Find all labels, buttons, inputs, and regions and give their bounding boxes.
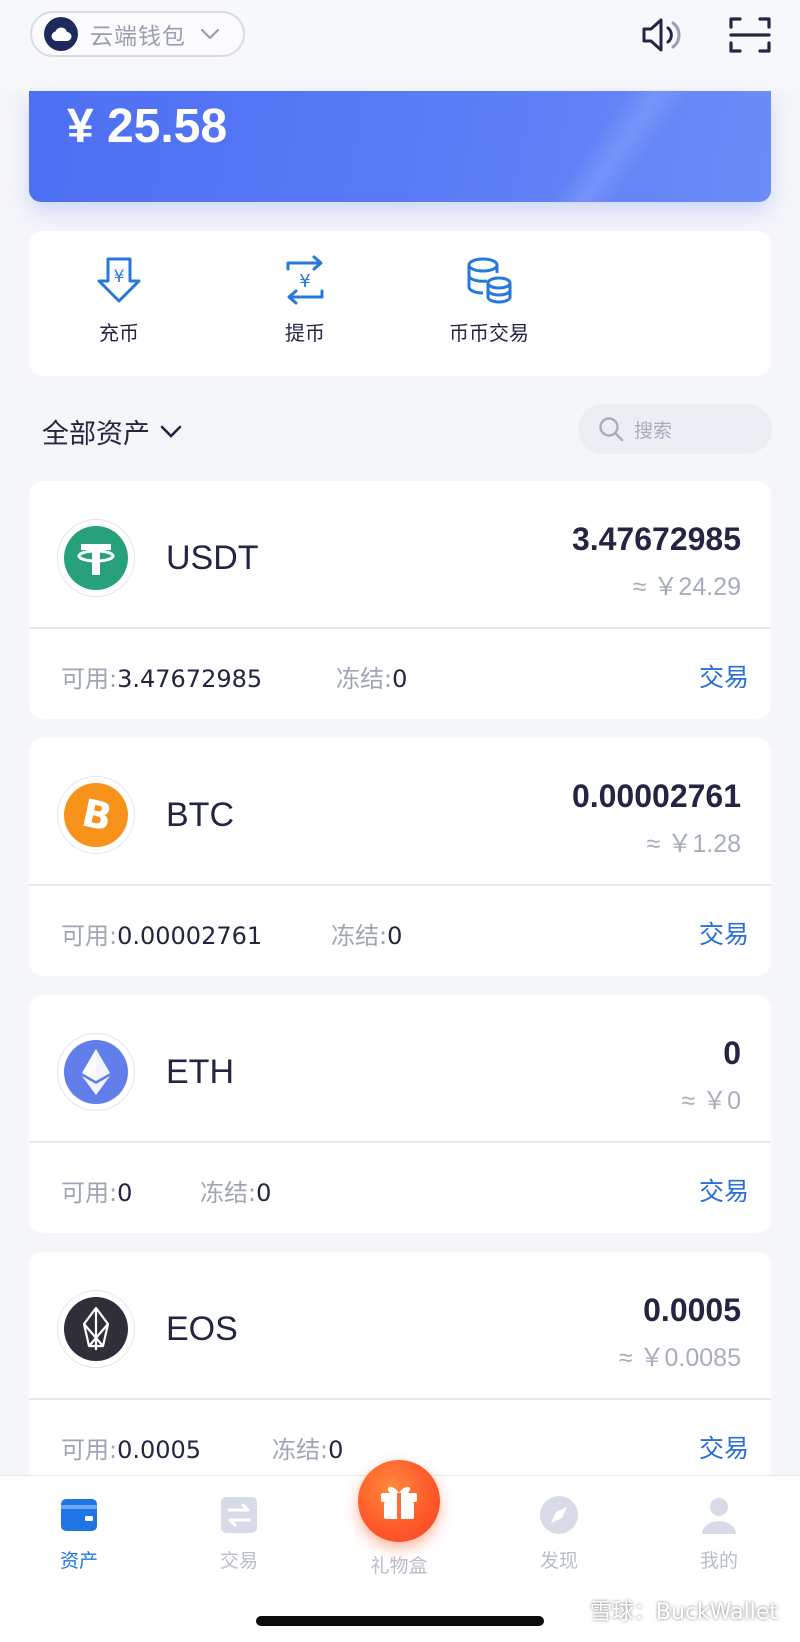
ethereum-icon — [64, 1040, 128, 1104]
balance-card[interactable]: ¥ 25.58 — [29, 91, 771, 202]
nav-assets[interactable]: 资产 — [29, 1494, 129, 1573]
frozen-balance: 冻结:0 — [272, 1436, 344, 1464]
nav-discover[interactable]: 发现 — [509, 1494, 609, 1573]
coin-fiat-value: ≈ ￥1.28 — [646, 830, 741, 858]
coin-amount: 0.0005 — [643, 1292, 741, 1328]
compass-icon — [540, 1496, 578, 1534]
withdraw-icon: ¥ — [286, 255, 324, 305]
wallet-screen: 云端钱包 ¥ 25.58 ¥ 充币 ¥ 提币 币币交易 全部资产 搜索 USDT… — [0, 0, 800, 1642]
trade-link[interactable]: 交易 — [699, 1429, 749, 1465]
trade-link[interactable]: 交易 — [699, 1172, 749, 1208]
search-input[interactable]: 搜索 — [578, 404, 772, 454]
chevron-down-icon — [160, 425, 182, 438]
coin-symbol: USDT — [166, 539, 259, 577]
exchange-icon — [221, 1497, 257, 1533]
watermark: 雪球：BuckWallet — [589, 1600, 778, 1625]
available-balance: 可用:0 — [61, 1179, 133, 1207]
coin-fiat-value: ≈ ￥0.0085 — [618, 1344, 741, 1372]
svg-text:¥: ¥ — [114, 267, 125, 287]
trade-link[interactable]: 交易 — [699, 915, 749, 951]
chevron-down-icon — [200, 28, 220, 40]
coin-symbol: BTC — [166, 796, 234, 834]
coin-amount: 0 — [723, 1035, 741, 1071]
wallet-icon — [61, 1499, 97, 1531]
available-balance: 可用:3.47672985 — [61, 665, 263, 693]
asset-footer: 可用:0 冻结:0 交易 — [29, 1143, 771, 1233]
coin-amount: 3.47672985 — [571, 521, 741, 557]
scan-icon[interactable] — [728, 15, 772, 55]
tether-icon — [64, 526, 128, 590]
asset-card-eth[interactable]: ETH 0 ≈ ￥0 可用:0 冻结:0 交易 — [29, 995, 771, 1233]
gift-box-button[interactable] — [358, 1460, 440, 1542]
deposit-button[interactable]: ¥ 充币 — [59, 255, 179, 346]
coin-symbol: EOS — [166, 1310, 238, 1348]
available-balance: 可用:0.00002761 — [61, 922, 263, 950]
user-icon — [702, 1498, 736, 1534]
cloud-icon — [44, 17, 78, 51]
nav-trade[interactable]: 交易 — [189, 1494, 289, 1573]
available-balance: 可用:0.0005 — [61, 1436, 202, 1464]
quick-actions: ¥ 充币 ¥ 提币 币币交易 — [29, 231, 771, 376]
top-bar: 云端钱包 — [0, 0, 800, 90]
eos-icon — [64, 1297, 128, 1361]
asset-filter-label: 全部资产 — [42, 419, 150, 450]
bitcoin-icon: B — [64, 783, 128, 847]
asset-card-usdt[interactable]: USDT 3.47672985 ≈ ￥24.29 可用:3.47672985 冻… — [29, 481, 771, 719]
svg-text:¥: ¥ — [299, 271, 310, 292]
eth-logo — [57, 1033, 135, 1111]
frozen-balance: 冻结:0 — [200, 1179, 272, 1207]
btc-logo: B — [57, 776, 135, 854]
coin-exchange-icon — [467, 257, 512, 304]
coin-exchange-button[interactable]: 币币交易 — [429, 255, 549, 346]
trade-link[interactable]: 交易 — [699, 658, 749, 694]
home-indicator[interactable] — [256, 1616, 544, 1626]
asset-footer: 可用:0.00002761 冻结:0 交易 — [29, 886, 771, 976]
withdraw-button[interactable]: ¥ 提币 — [245, 255, 365, 346]
coin-amount: 0.00002761 — [571, 778, 741, 814]
gift-icon — [381, 1486, 417, 1519]
search-placeholder: 搜索 — [634, 419, 673, 442]
search-icon — [599, 417, 624, 442]
wallet-name: 云端钱包 — [90, 24, 186, 50]
speaker-icon[interactable] — [640, 15, 684, 55]
usdt-logo — [57, 519, 135, 597]
frozen-balance: 冻结:0 — [331, 922, 403, 950]
frozen-balance: 冻结:0 — [336, 665, 408, 693]
coin-fiat-value: ≈ ￥24.29 — [632, 573, 741, 601]
nav-gift-label: 礼物盒 — [370, 1555, 428, 1577]
total-balance: ¥ 25.58 — [67, 100, 228, 153]
nav-profile[interactable]: 我的 — [669, 1494, 769, 1573]
coin-fiat-value: ≈ ￥0 — [681, 1087, 741, 1115]
asset-card-eos[interactable]: EOS 0.0005 ≈ ￥0.0085 可用:0.0005 冻结:0 交易 — [29, 1252, 771, 1490]
asset-filter-dropdown[interactable]: 全部资产 — [42, 412, 182, 451]
wallet-selector[interactable]: 云端钱包 — [30, 11, 245, 57]
asset-footer: 可用:3.47672985 冻结:0 交易 — [29, 629, 771, 719]
asset-card-btc[interactable]: B BTC 0.00002761 ≈ ￥1.28 可用:0.00002761 冻… — [29, 738, 771, 976]
coin-symbol: ETH — [166, 1053, 234, 1091]
eos-logo — [57, 1290, 135, 1368]
deposit-icon: ¥ — [97, 257, 141, 303]
